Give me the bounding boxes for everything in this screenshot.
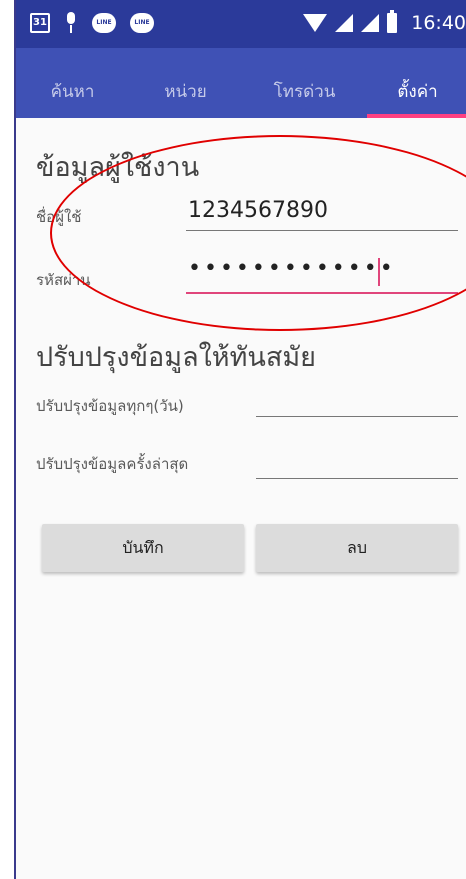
microphone-icon <box>64 12 78 34</box>
password-label: รหัสผ่าน <box>36 271 91 289</box>
calendar-icon: 31 <box>30 13 50 33</box>
battery-icon <box>387 10 398 33</box>
signal-icon-2 <box>361 14 380 32</box>
update-interval-label: ปรับปรุงข้อมูลทุกๆ(วัน) <box>36 397 184 415</box>
save-button[interactable]: บันทึก <box>42 524 244 572</box>
text-cursor <box>378 258 380 286</box>
tab-indicator <box>367 114 466 118</box>
password-underline <box>186 292 458 294</box>
update-section-title: ปรับปรุงข้อมูลให้ทันสมัย <box>36 342 316 373</box>
line-app-icon: LINE <box>92 13 116 33</box>
tab-hotline[interactable]: โทรด่วน <box>242 48 367 118</box>
tab-search[interactable]: ค้นหา <box>16 48 129 118</box>
username-underline <box>186 230 458 231</box>
wifi-icon <box>303 14 328 32</box>
update-interval-underline <box>256 416 458 417</box>
tab-bar: ค้นหา หน่วย โทรด่วน ตั้งค่า <box>16 48 466 118</box>
signal-icon <box>335 14 354 32</box>
user-section-title: ข้อมูลผู้ใช้งาน <box>36 152 200 183</box>
delete-button[interactable]: ลบ <box>256 524 458 572</box>
app-screen: 31 LINE LINE 16:40 ค้นหา หน่วย โทรด่วน ต… <box>14 0 466 879</box>
status-clock: 16:40 <box>411 12 466 34</box>
username-input[interactable]: 1234567890 <box>188 198 328 223</box>
last-update-underline <box>256 478 458 479</box>
last-update-label: ปรับปรุงข้อมูลครั้งล่าสุด <box>36 455 189 473</box>
password-input[interactable]: ••••••••••••• <box>188 256 396 281</box>
username-label: ชื่อผู้ใช้ <box>36 208 82 226</box>
line-app-icon-2: LINE <box>130 13 154 33</box>
status-bar: 31 LINE LINE 16:40 <box>16 0 466 48</box>
tab-settings[interactable]: ตั้งค่า <box>367 48 466 118</box>
tab-unit[interactable]: หน่วย <box>129 48 242 118</box>
